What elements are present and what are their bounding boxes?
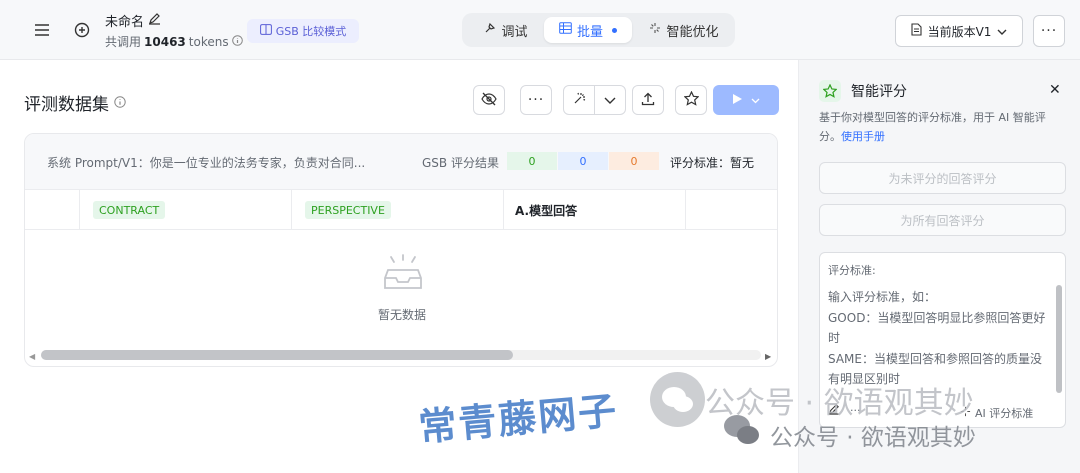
play-icon <box>732 93 743 108</box>
upload-button[interactable] <box>632 85 664 115</box>
project-title[interactable]: 未命名 <box>105 11 161 30</box>
token-count: 10463 <box>144 34 186 49</box>
magic-dropdown-button[interactable] <box>594 85 626 115</box>
batch-table-icon <box>559 22 572 38</box>
criteria-summary: 评分标准：暂无 <box>670 156 755 170</box>
document-icon <box>911 23 922 39</box>
score-unscored-button[interactable]: 为未评分的回答评分 <box>819 162 1066 194</box>
dataset-title: 评测数据集 <box>24 90 126 115</box>
watermark-name: 常青藤网子 <box>416 388 620 450</box>
more-dots-icon: ··· <box>527 92 545 108</box>
dataset-table-card: 系统 Prompt/V1：你是一位专业的法务专家，负责对合同... GSB 评分… <box>24 133 778 367</box>
star-icon <box>819 80 841 102</box>
column-header-contract[interactable]: CONTRACT <box>93 201 166 219</box>
criteria-line: 输入评分标准，如： <box>828 290 937 304</box>
close-icon[interactable]: ✕ <box>1049 82 1061 98</box>
criteria-placeholder: 输入评分标准，如： GOOD：当模型回答明显比参照回答更好时 SAME：当模型回… <box>828 287 1048 390</box>
active-dot <box>612 27 617 33</box>
criteria-scrollbar[interactable] <box>1056 285 1062 393</box>
hide-eye-button[interactable] <box>473 85 505 115</box>
criteria-box-label: 评分标准: <box>828 264 876 277</box>
column-divider <box>503 190 504 230</box>
gsb-bad-count: 0 <box>609 152 659 170</box>
gsb-same-count: 0 <box>558 152 608 170</box>
column-divider <box>291 190 292 230</box>
tab-debug[interactable]: 调试 <box>468 17 544 43</box>
top-bar: 未命名 共调用 10463 tokens GSB 比较模式 调试 批量 智能优化… <box>0 0 1080 60</box>
dataset-table-header: 系统 Prompt/V1：你是一位专业的法务专家，负责对合同... GSB 评分… <box>25 134 777 190</box>
version-select[interactable]: 当前版本V1 <box>895 15 1023 47</box>
column-header-perspective[interactable]: PERSPECTIVE <box>305 201 391 219</box>
criteria-line: GOOD：当模型回答明显比参照回答更好时 <box>828 310 1046 346</box>
scroll-left-arrow-icon[interactable]: ◀ <box>29 352 35 361</box>
tab-smart-optimize-label: 智能优化 <box>666 24 719 40</box>
upload-icon <box>641 92 655 109</box>
gsb-mode-badge[interactable]: GSB 比较模式 <box>247 19 359 43</box>
info-icon[interactable] <box>231 34 243 49</box>
gsb-result-label: GSB 评分结果 <box>422 156 499 170</box>
magic-generate-button[interactable] <box>563 85 595 115</box>
watermark-account: 公众号 · 欲语观其妙 <box>770 425 976 451</box>
more-actions-button[interactable]: ··· <box>520 85 552 115</box>
horizontal-scrollbar-thumb[interactable] <box>41 350 513 360</box>
score-all-button[interactable]: 为所有回答评分 <box>819 204 1066 236</box>
empty-box-icon <box>382 254 424 292</box>
dataset-title-text: 评测数据集 <box>24 95 109 115</box>
menu-icon[interactable] <box>30 18 54 42</box>
empty-state-text: 暂无数据 <box>377 308 426 322</box>
info-icon[interactable] <box>114 93 126 113</box>
eye-off-icon <box>481 92 497 109</box>
tab-smart-optimize[interactable]: 智能优化 <box>638 17 730 43</box>
edit-pencil-icon[interactable] <box>148 12 161 29</box>
chevron-down-icon <box>604 93 616 107</box>
column-divider <box>79 190 80 230</box>
tab-debug-label: 调试 <box>501 24 528 40</box>
project-title-text: 未命名 <box>105 15 145 30</box>
mode-switcher: 调试 批量 智能优化 <box>462 13 735 47</box>
token-suffix: tokens <box>188 34 229 49</box>
gsb-good-count: 0 <box>507 152 557 170</box>
tab-batch[interactable]: 批量 <box>544 17 632 43</box>
favorite-button[interactable] <box>675 85 707 115</box>
panel-description: 基于你对模型回答的评分标准，用于 AI 智能评分。使用手册 <box>819 108 1067 146</box>
run-button[interactable] <box>713 85 779 115</box>
gsb-mode-label: GSB 比较模式 <box>275 25 347 38</box>
compare-icon <box>259 24 272 38</box>
more-menu-button[interactable]: ··· <box>1033 15 1065 47</box>
chevron-down-icon <box>997 24 1007 38</box>
wechat-logo-icon <box>650 372 705 427</box>
tab-batch-label: 批量 <box>576 24 603 40</box>
token-usage: 共调用 10463 tokens <box>105 33 243 50</box>
sparkle-icon <box>649 22 661 38</box>
scroll-right-arrow-icon[interactable]: ▶ <box>765 352 771 361</box>
star-icon <box>683 90 699 109</box>
debug-icon <box>484 22 496 38</box>
help-manual-link[interactable]: 使用手册 <box>841 130 885 143</box>
column-divider <box>685 190 686 230</box>
version-label: 当前版本V1 <box>927 24 992 39</box>
magic-wand-icon <box>572 91 587 109</box>
table-column-header-row: CONTRACT PERSPECTIVE A.模型回答 <box>25 190 777 230</box>
add-circle-icon[interactable] <box>70 18 94 42</box>
panel-title-text: 智能评分 <box>851 84 907 100</box>
token-prefix: 共调用 <box>105 35 142 49</box>
column-header-model-answer[interactable]: A.模型回答 <box>515 202 577 219</box>
system-prompt-summary[interactable]: 系统 Prompt/V1：你是一位专业的法务专家，负责对合同... <box>47 154 365 171</box>
panel-title: 智能评分 <box>819 80 907 102</box>
chevron-down-icon <box>751 93 760 107</box>
ai-criteria-label: AI 评分标准 <box>975 407 1034 420</box>
wechat-logo-icon <box>722 412 762 448</box>
